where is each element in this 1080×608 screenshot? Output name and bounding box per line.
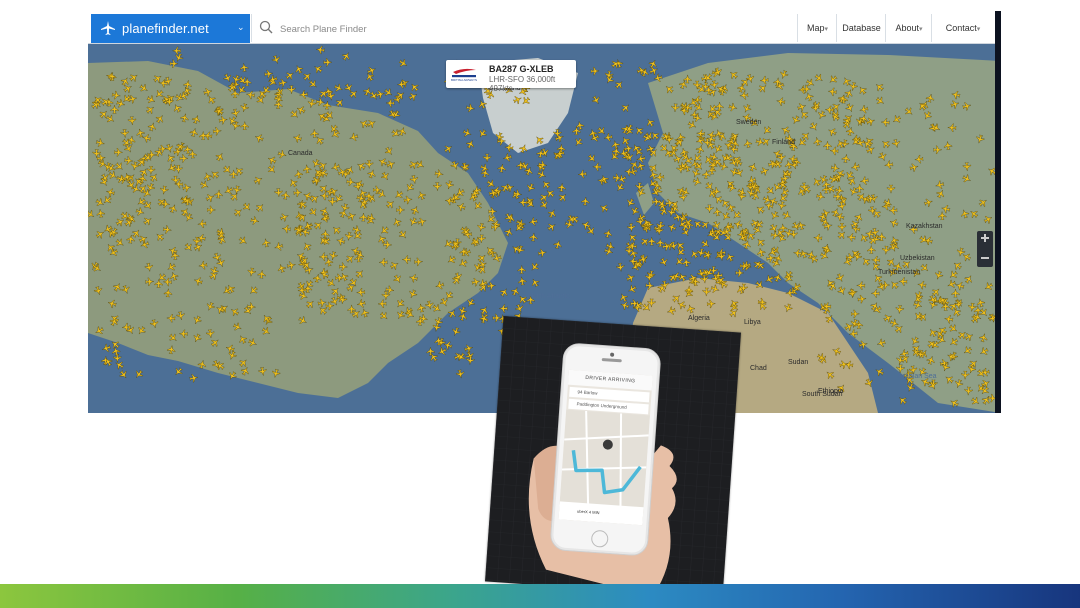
label-sudan: Sudan [788,359,809,366]
speaker-grill [601,357,622,363]
flight-route: LHR-SFO 36,000ft 497kts [489,75,556,93]
phone-photo: DRIVER ARRIVING 94 Barlow Paddington Und… [485,316,741,598]
chevron-down-icon: ⌄ [237,22,245,32]
search-box [251,14,797,42]
menu-map-label: Map [806,23,825,33]
zoom-out-icon[interactable] [981,257,989,259]
label-kazakhstan: Kazakhstan [906,223,943,230]
chevron-down-icon: ▾ [824,26,829,33]
camera-icon [610,352,615,357]
flight-info-tag[interactable]: BRITISH AIRWAYS BA287 G-XLEB LHR-SFO 36,… [446,60,576,93]
label-canada: Canada [288,150,313,157]
label-north-atlantic: North Atlantic [528,293,570,300]
label-finland: Finland [772,139,795,146]
chevron-down-icon: ▾ [919,26,923,33]
chevron-down-icon: ▾ [976,26,981,33]
menu-about[interactable]: About▾ [885,14,932,42]
label-algeria: Algeria [688,315,710,322]
pickup-label: 94 Barlow [577,389,598,396]
label-arabian-sea: Arabian Sea [898,373,937,380]
scrollbar[interactable] [995,11,1001,413]
top-navigation: planefinder.net ⌄ Map▾ Database About▾ C… [88,11,1001,44]
flight-number: BA287 G-XLEB [489,64,554,74]
brand-name: planefinder.net [122,21,209,36]
label-uzbekistan: Uzbekistan [900,255,935,262]
label-chad: Chad [750,365,767,372]
dropoff-label: Paddington Underground [576,401,627,410]
menu-contact-label: Contact [945,23,977,33]
menu-database-label: Database [842,23,881,33]
menu-map[interactable]: Map▾ [797,14,837,42]
zoom-in-icon-vertical [984,234,986,242]
brand-dropdown[interactable]: planefinder.net ⌄ [91,14,250,43]
airline-logo: BRITISH AIRWAYS [451,68,477,82]
search-input[interactable] [278,19,782,39]
smartphone: DRIVER ARRIVING 94 Barlow Paddington Und… [549,342,662,557]
menu-database[interactable]: Database [836,14,886,42]
label-turkmenistan: Turkmenistan [878,269,921,276]
phone-screen: DRIVER ARRIVING 94 Barlow Paddington Und… [558,369,653,526]
label-sweden: Sweden [736,119,762,126]
decorative-gradient-bar [0,584,1080,608]
airline-logo-text: BRITISH AIRWAYS [451,78,477,82]
plane-icon [101,21,115,35]
menu-about-label: About [895,23,919,33]
menu-contact[interactable]: Contact▾ [931,14,994,42]
search-icon[interactable] [259,20,273,34]
home-button [590,529,609,548]
zoom-control[interactable] [977,231,993,267]
label-ethiopia: Ethiopia [818,388,844,395]
vehicle-text: uberX 4 MIN [576,508,600,516]
label-libya: Libya [744,319,761,326]
